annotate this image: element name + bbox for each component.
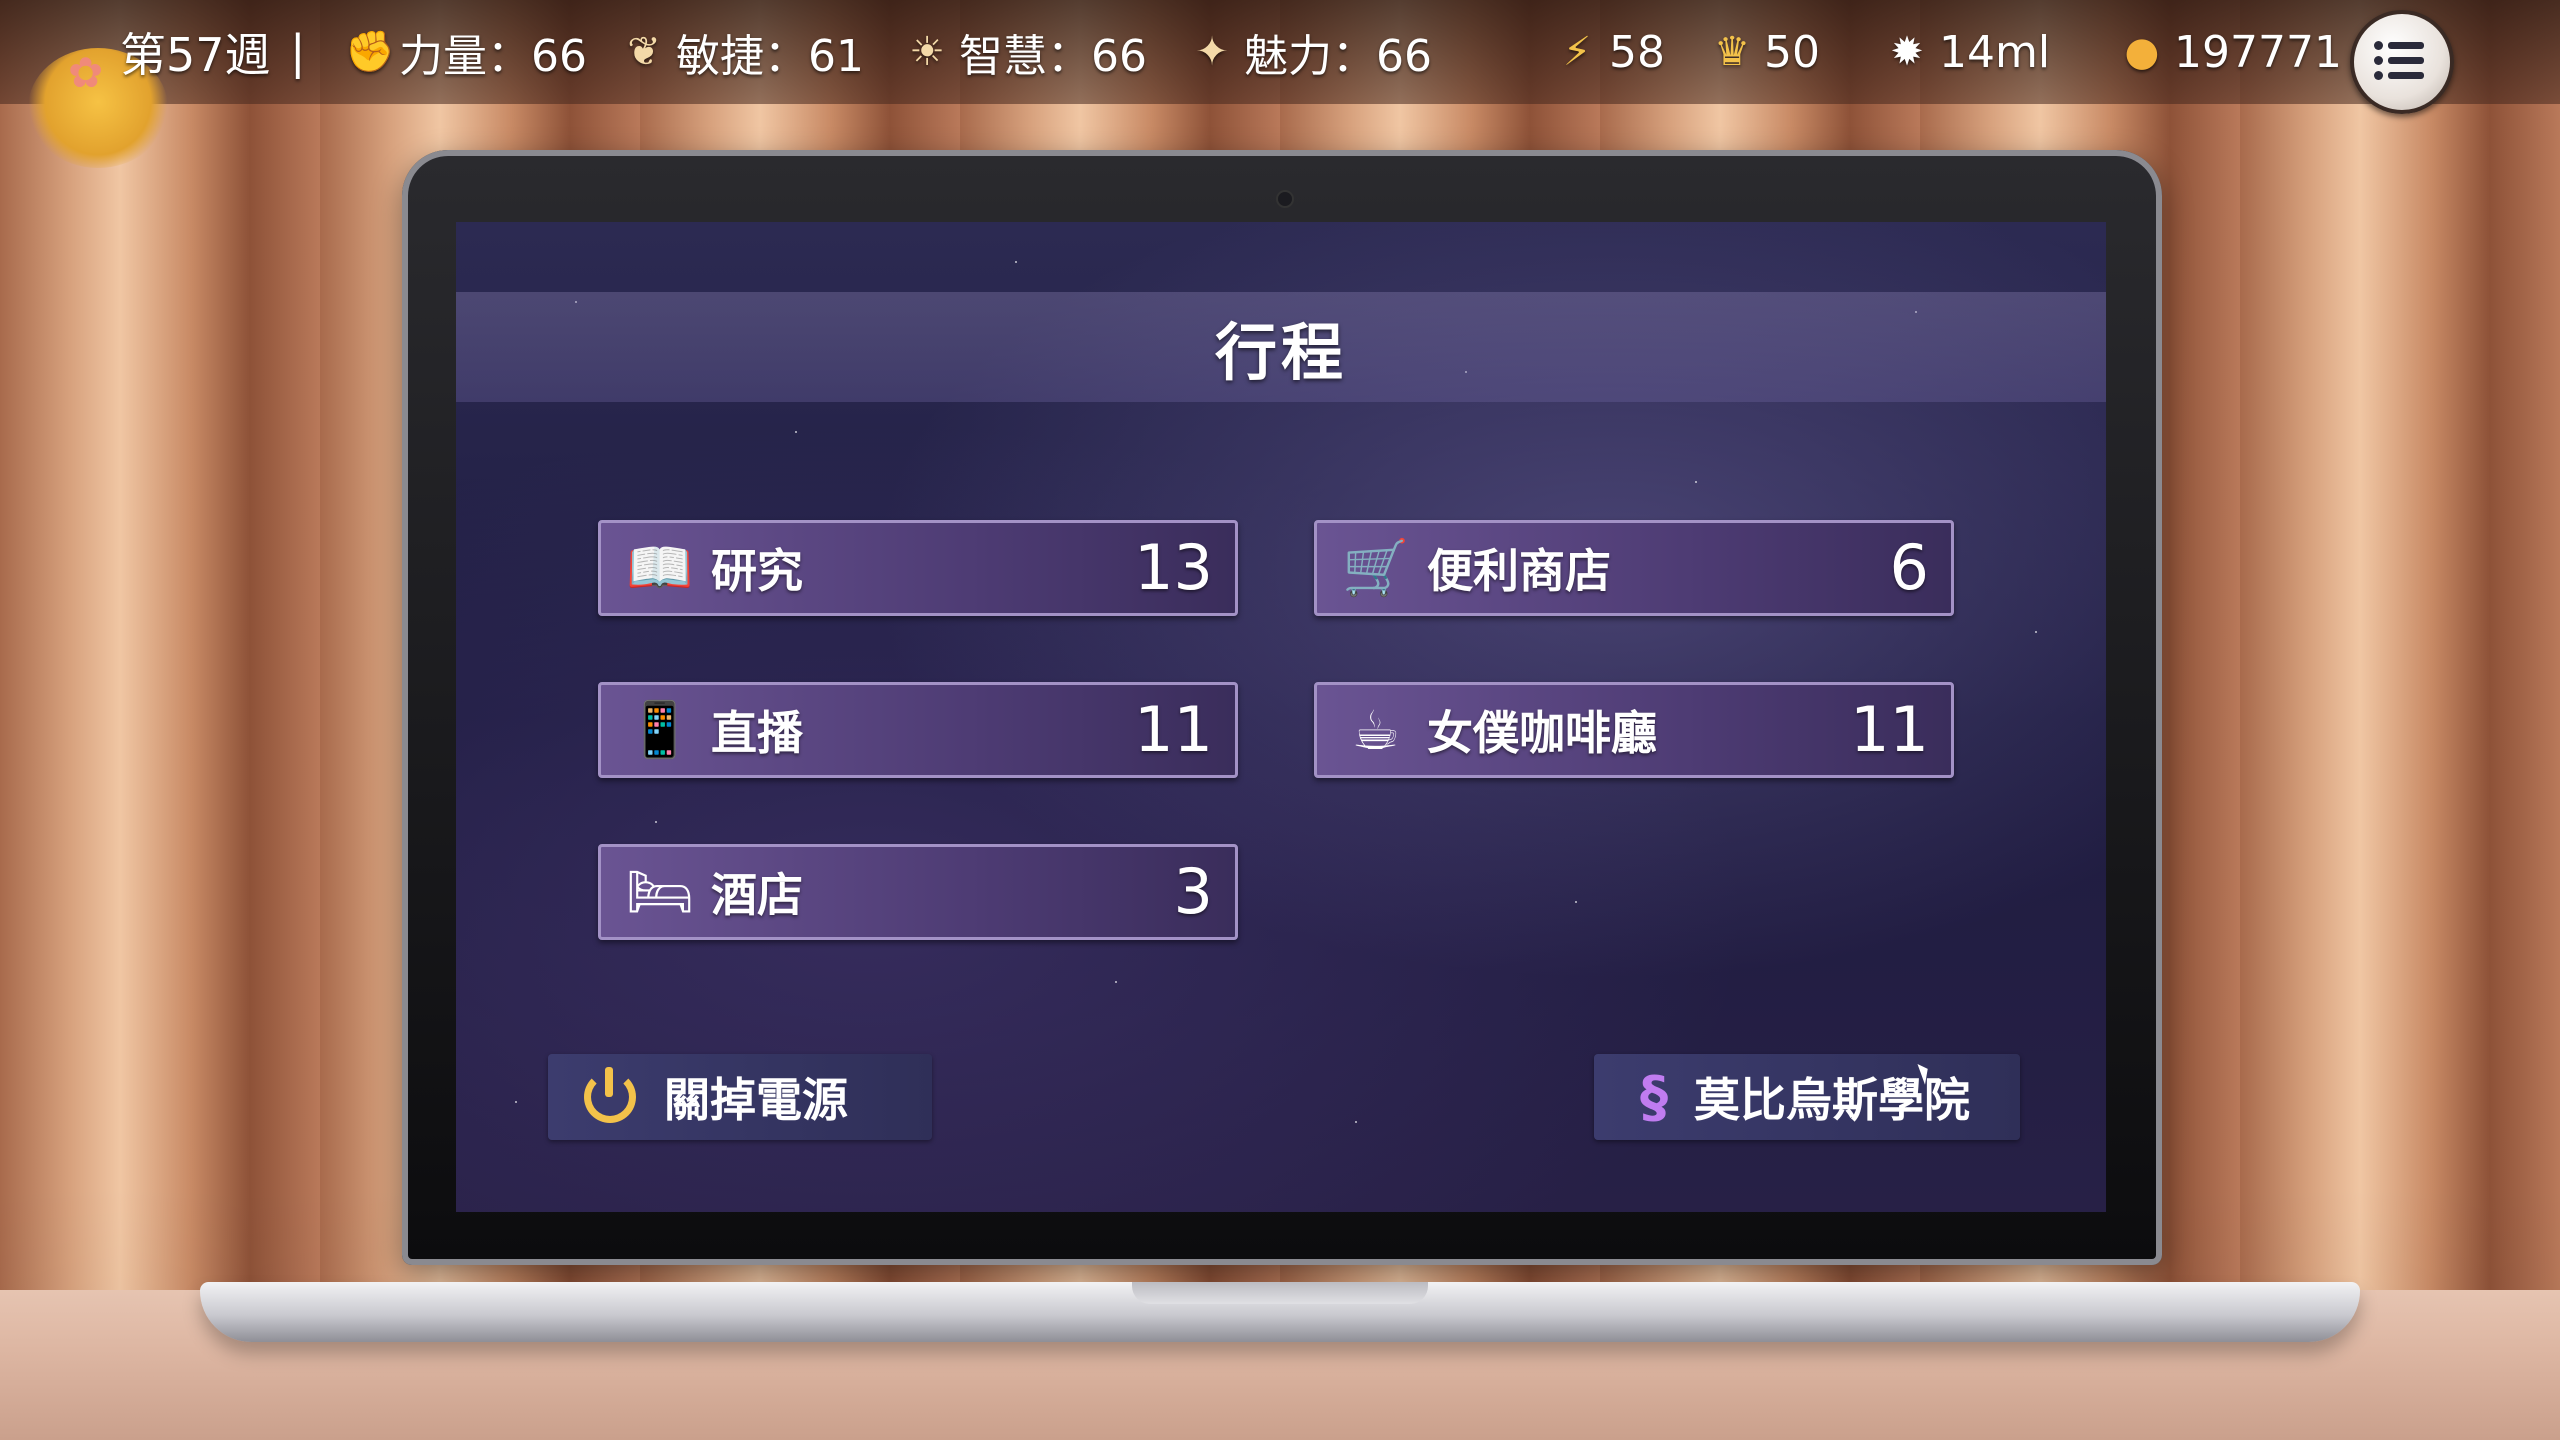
- milk-stat: ✹ 14ml: [1885, 0, 2050, 104]
- energy-stat: ⚡ 58: [1555, 0, 1665, 104]
- gold-stat: ● 197771: [2120, 0, 2342, 104]
- week-counter: 第57週: [120, 28, 271, 82]
- fist-icon: ✊: [345, 29, 395, 75]
- title-band: 行程: [456, 292, 2106, 402]
- schedule-count: 3: [1173, 855, 1213, 928]
- charm-stat: ✦ 魅力：66: [1190, 0, 1432, 104]
- milk-value: 14ml: [1939, 26, 2051, 78]
- coffee-cup-icon: ☕: [1351, 698, 1401, 762]
- leaf-icon: ❦: [627, 29, 661, 75]
- schedule-research-button[interactable]: 📖 研究 13: [598, 520, 1238, 616]
- lightning-icon: ⚡: [1562, 29, 1592, 75]
- schedule-label: 便利商店: [1427, 544, 1611, 598]
- book-icon: 📖: [626, 536, 694, 599]
- power-icon: [580, 1067, 640, 1127]
- academy-button[interactable]: § 莫比烏斯學院: [1594, 1054, 2020, 1140]
- schedule-count: 6: [1889, 531, 1929, 604]
- schedule-livestream-button[interactable]: 📱 直播 11: [598, 682, 1238, 778]
- schedule-label: 直播: [711, 706, 803, 760]
- schedule-hotel-button[interactable]: 🛏 酒店 3: [598, 844, 1238, 940]
- shopping-cart-icon: 🛒: [1342, 536, 1410, 599]
- popularity-stat: ♛ 50: [1710, 0, 1820, 104]
- power-off-label: 關掉電源: [664, 1073, 848, 1127]
- agility-value: 敏捷：61: [676, 31, 864, 82]
- laptop-camera: [1276, 190, 1294, 208]
- power-off-button[interactable]: 關掉電源: [548, 1054, 932, 1140]
- schedule-count: 11: [1850, 693, 1929, 766]
- schedule-count: 11: [1134, 693, 1213, 766]
- charm-value: 魅力：66: [1244, 31, 1432, 82]
- schedule-label: 研究: [711, 544, 803, 598]
- laptop-screen: 行程 📖 研究 13 🛒 便利商店 6 📱 直播 11 ☕ 女僕咖啡廳 11 🛏…: [456, 222, 2106, 1212]
- sparkle-icon: ✦: [1195, 29, 1229, 75]
- laptop-notch: [1132, 1282, 1428, 1304]
- star-burst-icon: ✹: [1890, 29, 1924, 75]
- mobius-logo-icon: §: [1640, 1064, 1668, 1130]
- smartphone-icon: 📱: [626, 698, 694, 761]
- schedule-count: 13: [1134, 531, 1213, 604]
- schedule-label: 酒店: [711, 868, 803, 922]
- schedule-convenience-store-button[interactable]: 🛒 便利商店 6: [1314, 520, 1954, 616]
- schedule-label: 女僕咖啡廳: [1427, 706, 1657, 760]
- strength-value: 力量：66: [399, 31, 587, 82]
- wisdom-stat: ☀ 智慧：66: [905, 0, 1147, 104]
- flower-icon: ✿: [68, 48, 104, 97]
- bed-icon: 🛏: [625, 860, 695, 923]
- schedule-maid-cafe-button[interactable]: ☕ 女僕咖啡廳 11: [1314, 682, 1954, 778]
- bulb-icon: ☀: [909, 29, 945, 75]
- status-bar: ✿ 第57週 | ✊ 力量：66 ❦ 敏捷：61 ☀ 智慧：66 ✦ 魅力：66…: [0, 0, 2560, 168]
- strength-stat: ✊ 力量：66: [345, 0, 587, 104]
- wisdom-value: 智慧：66: [959, 31, 1147, 82]
- popularity-value: 50: [1764, 26, 1820, 78]
- schedule-title: 行程: [1214, 316, 1347, 389]
- agility-stat: ❦ 敏捷：61: [622, 0, 864, 104]
- separator: |: [290, 25, 306, 79]
- energy-value: 58: [1609, 26, 1665, 78]
- coin-icon: ●: [2124, 29, 2160, 75]
- menu-button[interactable]: [2350, 10, 2454, 114]
- fans-icon: ♛: [1714, 29, 1750, 75]
- gold-value: 197771: [2174, 26, 2342, 78]
